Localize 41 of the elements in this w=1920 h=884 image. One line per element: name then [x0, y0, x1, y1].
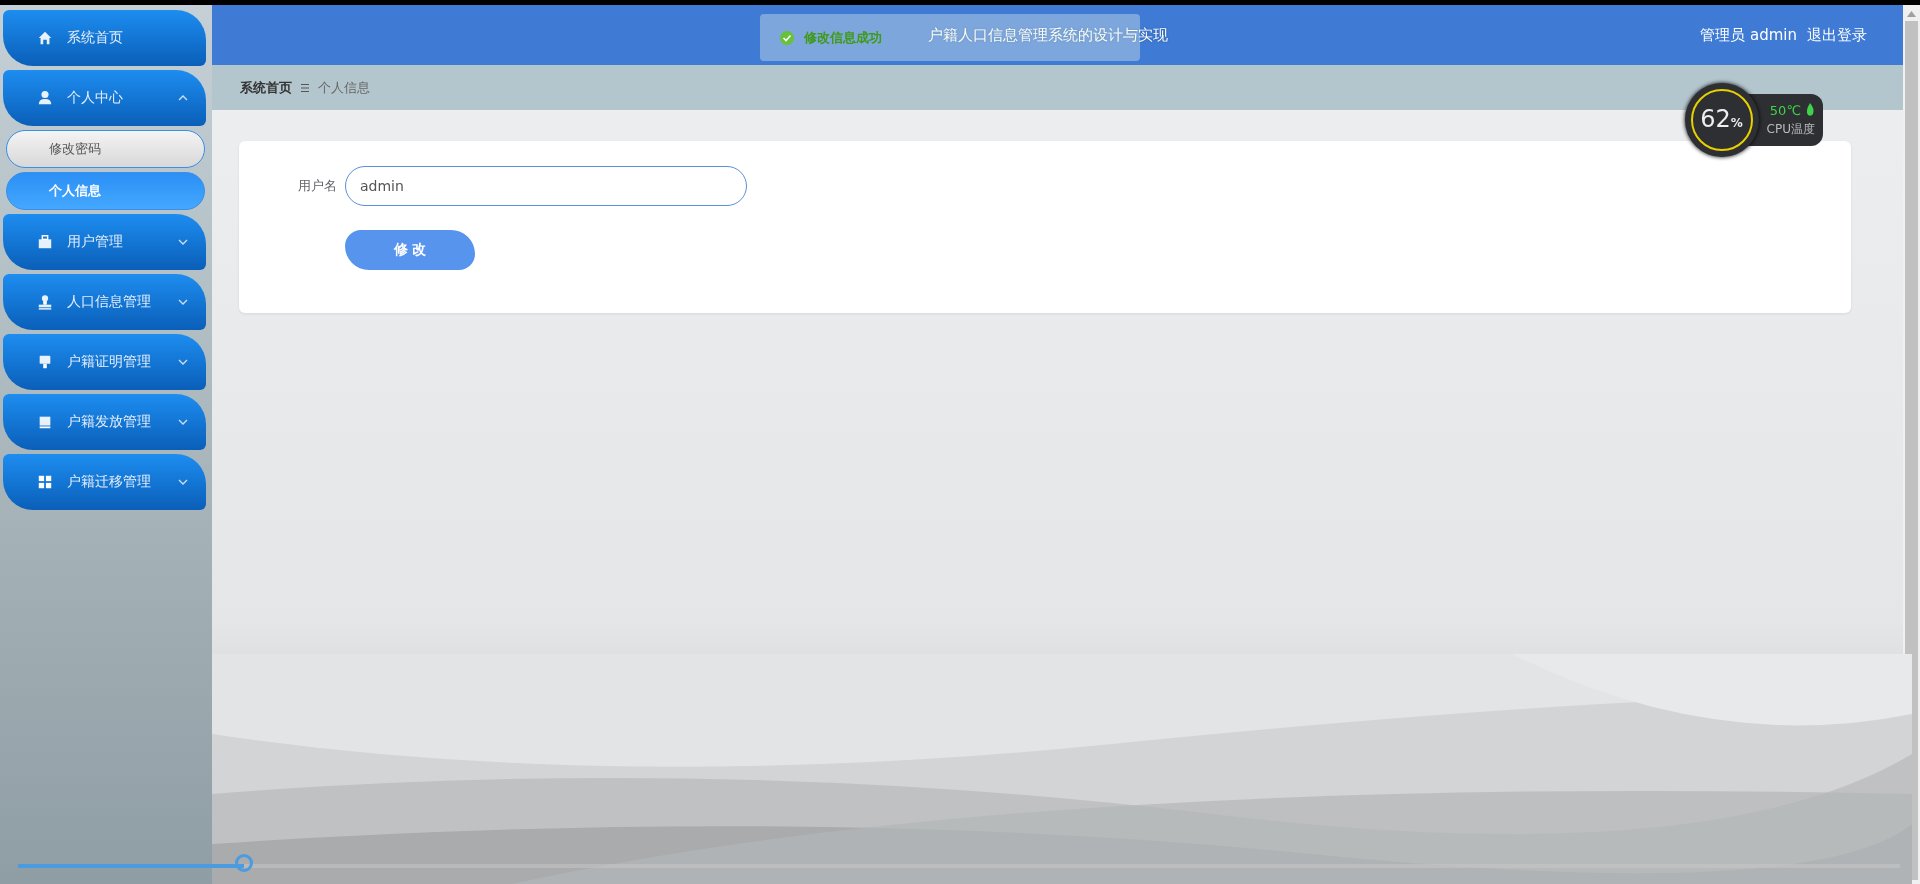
menu-item[interactable]: 人口信息管理: [3, 274, 206, 330]
progress-fill[interactable]: [18, 864, 244, 868]
caret-icon: [178, 239, 188, 245]
stamp-icon: [37, 294, 53, 310]
tray-icon: [37, 414, 53, 430]
menu-item[interactable]: 系统首页: [3, 10, 206, 66]
caret-icon: [178, 95, 188, 101]
separator-icon: [300, 82, 310, 93]
home-icon: [37, 30, 53, 46]
caret-icon: [178, 359, 188, 365]
menu-item[interactable]: 户籍证明管理: [3, 334, 206, 390]
briefcase-icon: [37, 234, 53, 250]
caret-icon: [178, 419, 188, 425]
input-field[interactable]: admin: [345, 166, 747, 206]
grid-icon: [37, 474, 53, 490]
cpu-percent: 62: [1700, 105, 1731, 133]
scroll-up-icon[interactable]: [1907, 11, 1916, 17]
caret-icon: [178, 299, 188, 305]
submenu-item[interactable]: 个人信息: [6, 172, 205, 210]
menu-item[interactable]: 个人中心: [3, 70, 206, 126]
logout-link[interactable]: 退出登录: [1807, 25, 1867, 45]
submit-button[interactable]: 修 改: [345, 230, 475, 270]
menu-item[interactable]: 户籍发放管理: [3, 394, 206, 450]
progress-handle[interactable]: [234, 854, 253, 872]
breadcrumb-item[interactable]: 个人信息: [318, 78, 370, 97]
menu-item[interactable]: 用户管理: [3, 214, 206, 270]
cpu-label: CPU温度: [1766, 120, 1815, 138]
percent-unit: %: [1730, 116, 1743, 130]
leaf-icon: [1805, 103, 1815, 117]
breadcrumb-item[interactable]: 系统首页: [240, 78, 292, 97]
field-label: 用户名: [297, 177, 337, 195]
toast-message: 修改信息成功: [804, 28, 882, 47]
submenu-item[interactable]: 修改密码: [6, 130, 205, 168]
menu-item[interactable]: 户籍迁移管理: [3, 454, 206, 510]
app-title: 户籍人口信息管理系统的设计与实现: [927, 25, 1168, 45]
check-circle-icon: [780, 30, 794, 45]
sign-icon: [37, 354, 53, 370]
cpu-temperature: 50℃: [1769, 102, 1801, 118]
user-icon: [37, 90, 53, 106]
caret-icon: [178, 479, 188, 485]
user-label: 管理员 admin: [1700, 25, 1797, 45]
